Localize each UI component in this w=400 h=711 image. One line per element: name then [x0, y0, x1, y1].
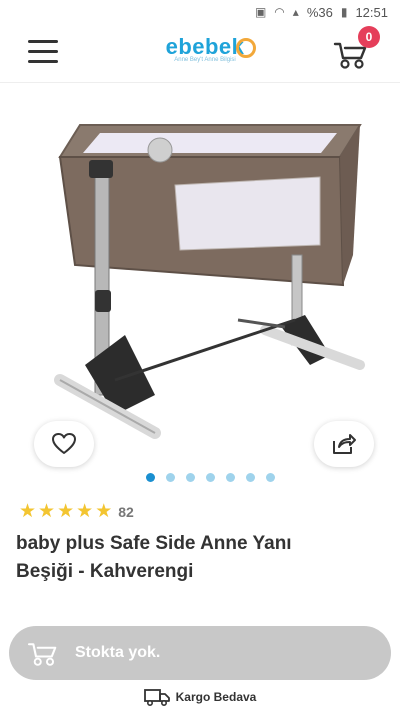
- notification-icon: ▣: [254, 5, 267, 19]
- battery-percent: %36: [306, 4, 333, 20]
- pagination-dot[interactable]: [146, 473, 155, 482]
- hamburger-icon-line: [28, 60, 58, 63]
- product-rating[interactable]: ★ ★ ★ ★ ★ 82: [19, 502, 134, 521]
- app-header: ebebek Anne Bey't Anne Bilgisi 0: [0, 24, 400, 83]
- product-image-gallery[interactable]: [15, 95, 385, 467]
- shipping-label: Kargo Bedava: [175, 690, 257, 704]
- menu-button[interactable]: [28, 40, 58, 64]
- logo-mark-icon: [236, 38, 256, 58]
- star-icon: ★: [38, 501, 56, 522]
- cart-count-badge: 0: [358, 26, 380, 48]
- pagination-dot[interactable]: [186, 473, 195, 482]
- hamburger-icon-line: [28, 40, 58, 43]
- free-shipping-info: Kargo Bedava: [0, 688, 400, 706]
- product-title: baby plus Safe Side Anne Yanı Beşiği - K…: [16, 530, 386, 586]
- pagination-dot[interactable]: [206, 473, 215, 482]
- signal-icon: ▴: [292, 5, 299, 19]
- star-icon: ★: [76, 501, 94, 522]
- battery-icon: ▮: [340, 5, 348, 19]
- hamburger-icon-line: [28, 50, 58, 53]
- rating-count: 82: [118, 503, 134, 520]
- star-icon: ★: [57, 501, 75, 522]
- star-icon: ★: [19, 501, 37, 522]
- pagination-dot[interactable]: [166, 473, 175, 482]
- out-of-stock-button[interactable]: Stokta yok.: [9, 626, 391, 680]
- brand-logo[interactable]: ebebek Anne Bey't Anne Bilgisi: [150, 34, 260, 70]
- wifi-icon: ◠: [274, 5, 285, 19]
- favorite-button[interactable]: [34, 421, 94, 467]
- stroller-cart-icon: [27, 643, 57, 666]
- status-bar: ▣ ◠ ▴ %36 ▮ 12:51: [0, 0, 400, 24]
- clock: 12:51: [355, 4, 388, 20]
- share-icon: [333, 434, 356, 454]
- star-icon: ★: [95, 501, 113, 522]
- pagination-dot[interactable]: [266, 473, 275, 482]
- product-title-line: baby plus Safe Side Anne Yanı: [16, 533, 292, 554]
- share-button[interactable]: [314, 421, 374, 467]
- truck-icon: [143, 689, 170, 706]
- pagination-dot[interactable]: [226, 473, 235, 482]
- pagination-dot[interactable]: [246, 473, 255, 482]
- product-title-line: Beşiği - Kahverengi: [16, 561, 194, 582]
- product-image: [54, 124, 365, 439]
- gallery-pagination: [146, 473, 275, 482]
- heart-icon: [52, 433, 76, 454]
- stock-status-label: Stokta yok.: [75, 644, 161, 661]
